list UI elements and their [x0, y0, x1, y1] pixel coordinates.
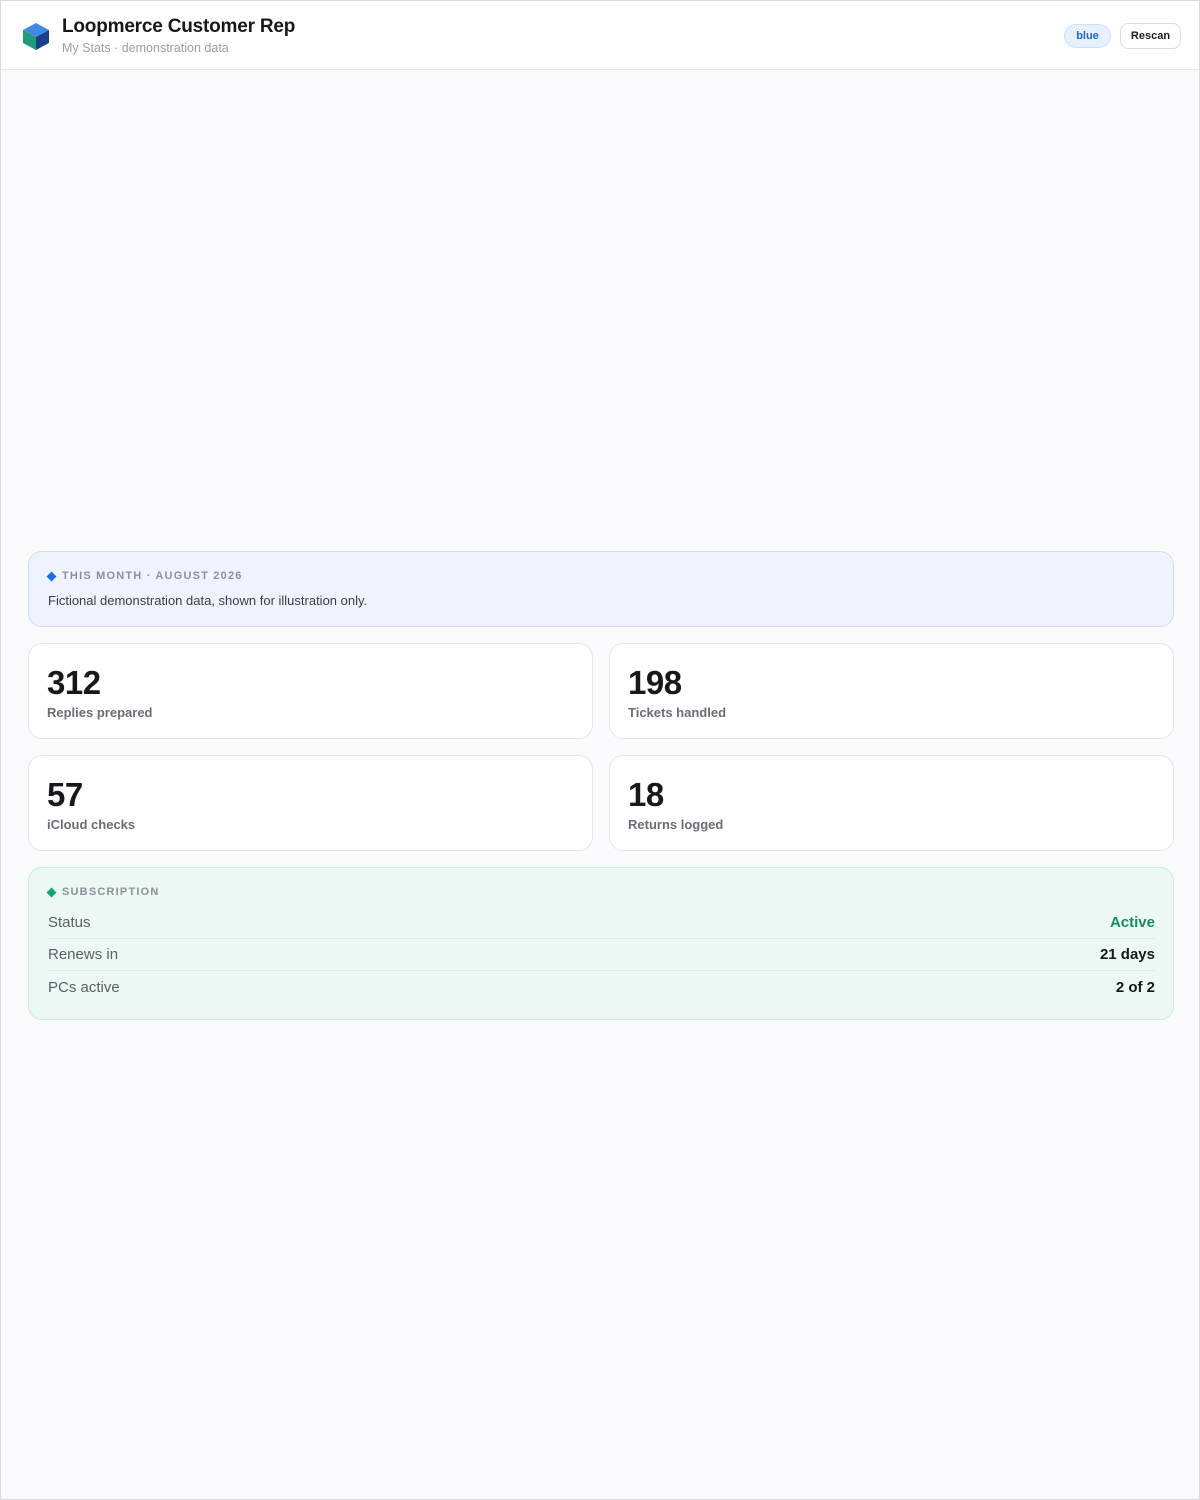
stat-card-icloud: 57 iCloud checks — [28, 755, 593, 851]
theme-toggle-button[interactable]: blue — [1064, 24, 1111, 48]
stat-value: 198 — [628, 664, 682, 701]
subscription-row-renews: Renews in 21 days — [48, 939, 1155, 971]
stat-label: iCloud checks — [47, 817, 136, 832]
subscription-heading-text: SUBSCRIPTION — [62, 886, 160, 898]
app-window: Loopmerce Customer Rep My Stats · demons… — [0, 0, 1200, 1500]
app-title: Loopmerce Customer Rep — [62, 16, 296, 37]
rescan-button[interactable]: Rescan — [1120, 23, 1181, 49]
subscription-key: Status — [48, 914, 91, 931]
stat-label: Replies prepared — [47, 705, 153, 720]
stat-label: Tickets handled — [628, 705, 727, 720]
subscription-key: Renews in — [48, 946, 119, 963]
subscription-row-status: Status Active — [48, 907, 1155, 939]
stat-card-replies: 312 Replies prepared — [28, 643, 593, 739]
stat-card-tickets: 198 Tickets handled — [609, 643, 1174, 739]
stat-value: 57 — [47, 776, 83, 813]
this-month-heading: THIS MONTH · AUGUST 2026 — [46, 570, 243, 582]
cube-logo-icon — [23, 23, 49, 50]
subscription-heading: SUBSCRIPTION — [46, 886, 160, 898]
this-month-card: THIS MONTH · AUGUST 2026 Fictional demon… — [28, 551, 1174, 627]
subscription-value: 2 of 2 — [1115, 978, 1155, 996]
stat-value: 312 — [47, 664, 101, 701]
app-subtitle: My Stats · demonstration data — [62, 41, 229, 55]
subscription-rows: Status Active Renews in 21 days PCs acti… — [48, 907, 1155, 1003]
this-month-note: Fictional demonstration data, shown for … — [48, 593, 368, 608]
stat-card-returns: 18 Returns logged — [609, 755, 1174, 851]
stat-label: Returns logged — [628, 817, 724, 832]
subscription-card: SUBSCRIPTION Status Active Renews in 21 … — [28, 867, 1174, 1020]
diamond-bullet-icon — [46, 571, 57, 581]
subscription-row-pcs: PCs active 2 of 2 — [48, 971, 1155, 1003]
diamond-bullet-icon — [46, 887, 57, 897]
stat-value: 18 — [628, 776, 664, 813]
this-month-heading-text: THIS MONTH · AUGUST 2026 — [62, 570, 243, 582]
app-header: Loopmerce Customer Rep My Stats · demons… — [1, 1, 1199, 70]
status-badge: Active — [1109, 914, 1155, 931]
subscription-value: 21 days — [1099, 946, 1155, 963]
subscription-key: PCs active — [48, 978, 120, 996]
